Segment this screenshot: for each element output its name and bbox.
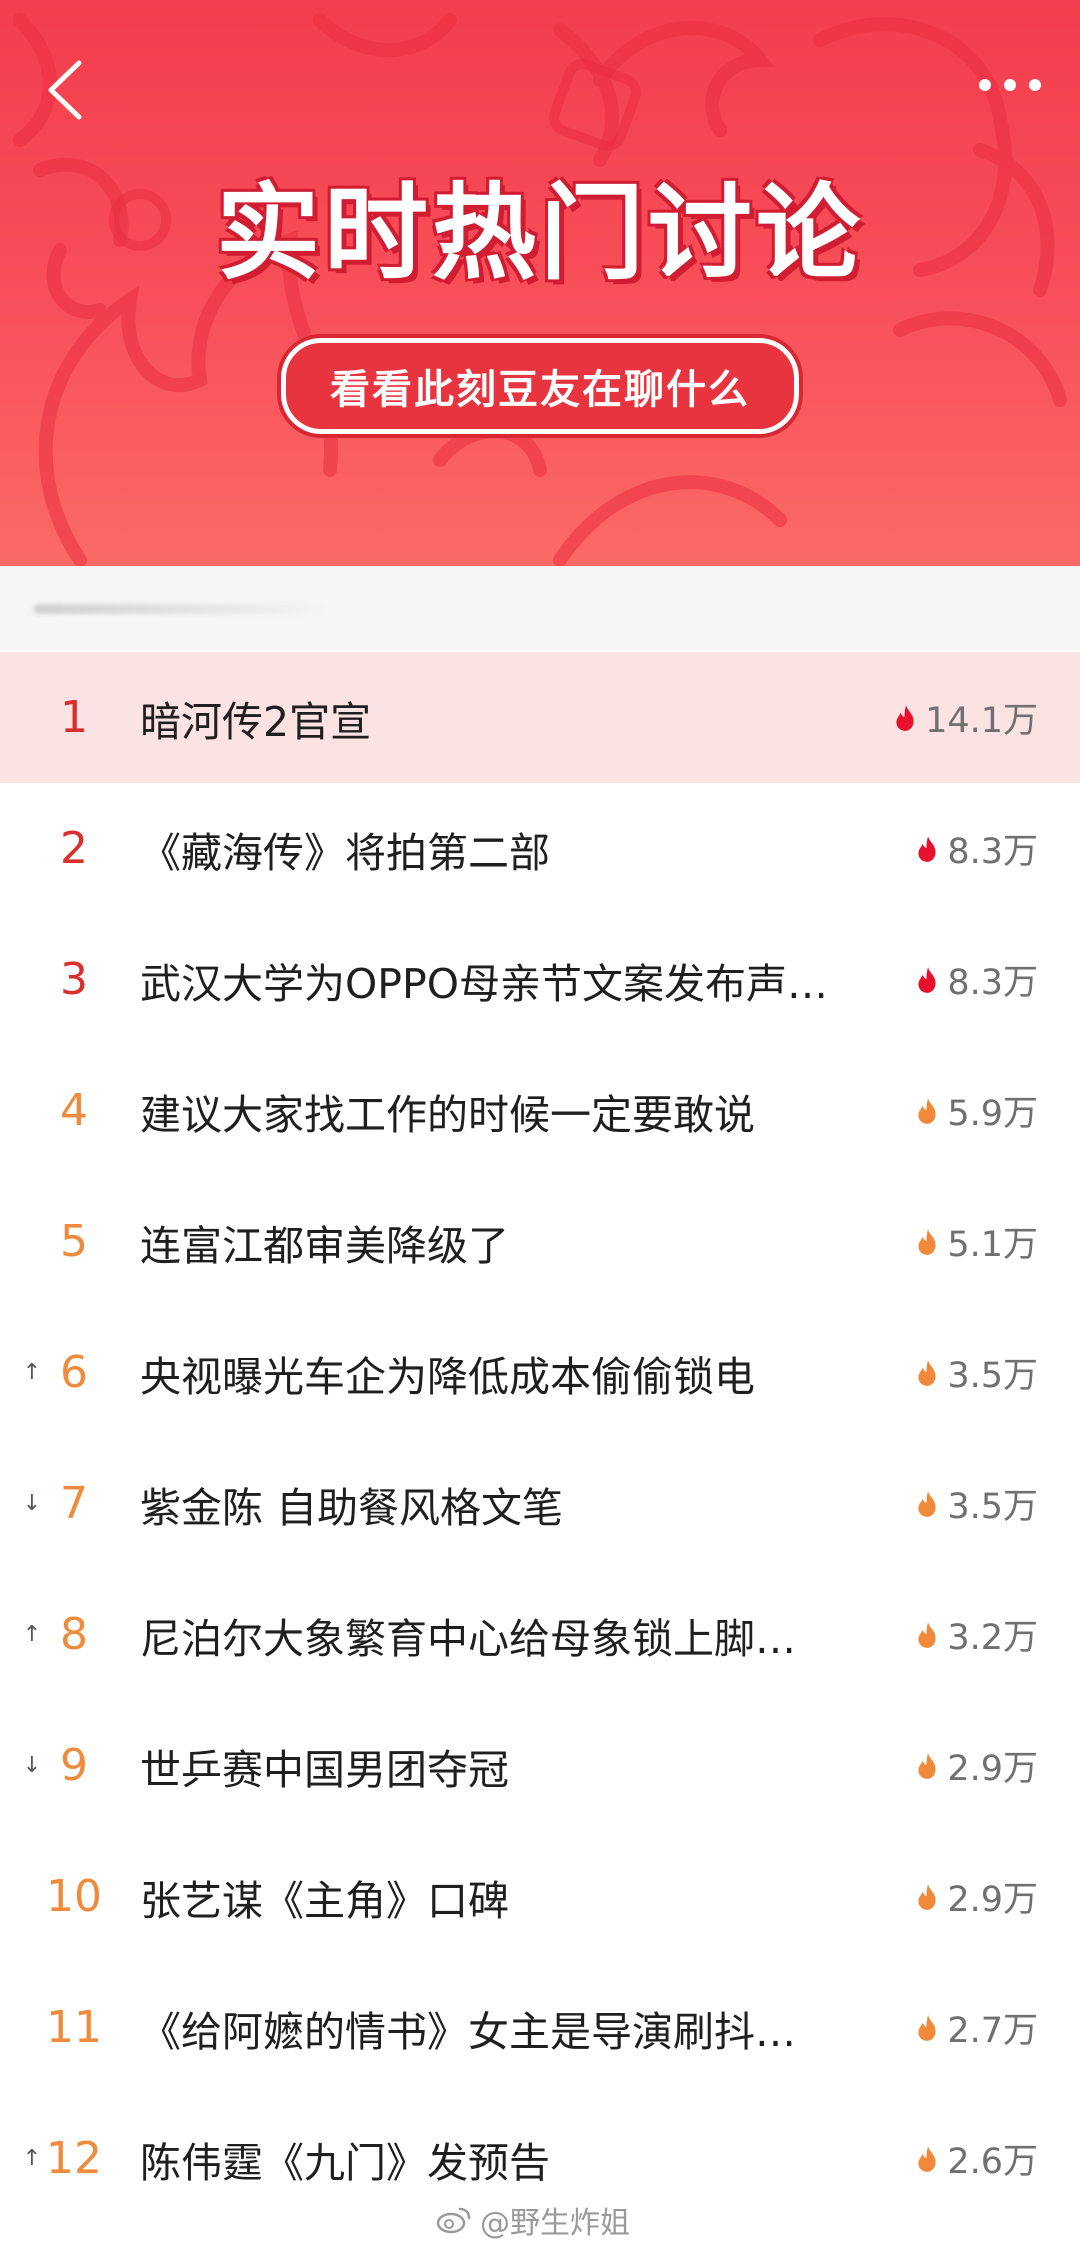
topic-heat: 3.5万 — [915, 1347, 1038, 1398]
weibo-logo-icon — [436, 2207, 471, 2234]
heat-value: 2.7万 — [947, 2011, 1038, 2051]
topic-rank: 2 — [60, 823, 88, 874]
topic-rank: 5 — [60, 1216, 88, 1267]
topic-title[interactable]: 武汉大学为OPPO母亲节文案发布声… — [140, 950, 850, 1010]
topic-rank: 4 — [60, 1085, 88, 1136]
topic-heat: 2.7万 — [915, 2002, 1038, 2053]
heat-value: 2.9万 — [947, 1880, 1038, 1920]
topic-title[interactable]: 陈伟霆《九门》发预告 — [140, 2129, 850, 2189]
page-title: 实时热门讨论 — [215, 172, 864, 294]
topic-title[interactable]: 建议大家找工作的时候一定要敢说 — [140, 1081, 850, 1141]
topic-row[interactable]: 1 暗河传2官宣 14.1万 — [0, 652, 1080, 783]
heat-value: 14.1万 — [925, 701, 1038, 741]
flame-icon — [918, 1490, 936, 1517]
topic-title[interactable]: 张艺谋《主角》口碑 — [140, 1867, 850, 1927]
topic-row[interactable]: 4 建议大家找工作的时候一定要敢说 5.9万 — [0, 1045, 1080, 1176]
more-button[interactable] — [970, 60, 1050, 110]
flame-icon — [918, 966, 936, 993]
topic-row[interactable]: 10 张艺谋《主角》口碑 2.9万 — [0, 1831, 1080, 1962]
topic-title[interactable]: 世乒赛中国男团夺冠 — [140, 1736, 850, 1796]
heat-value: 8.3万 — [947, 832, 1038, 872]
topic-title[interactable]: 暗河传2官宣 — [140, 688, 850, 748]
watermark-text: @野生炸姐 — [480, 2206, 630, 2241]
topic-row[interactable]: ↑ 6 央视曝光车企为降低成本偷偷锁电 3.5万 — [0, 1307, 1080, 1438]
topic-heat: 14.1万 — [893, 692, 1038, 743]
topic-heat: 3.2万 — [915, 1609, 1038, 1660]
topic-title[interactable]: 连富江都审美降级了 — [140, 1212, 850, 1272]
topic-title[interactable]: 紫金陈 自助餐风格文笔 — [140, 1474, 850, 1534]
flame-icon — [918, 1883, 936, 1910]
topic-heat: 3.5万 — [915, 1478, 1038, 1529]
heat-value: 3.5万 — [947, 1487, 1038, 1527]
heat-value: 2.6万 — [947, 2142, 1038, 2182]
topic-heat: 5.9万 — [915, 1085, 1038, 1136]
topic-rank: 10 — [46, 1871, 102, 1922]
topic-rank: 11 — [46, 2002, 102, 2053]
topic-title[interactable]: 《藏海传》将拍第二部 — [140, 819, 850, 879]
topic-rank: 12 — [46, 2133, 102, 2184]
trend-up-indicator: ↑ — [22, 1622, 42, 1647]
topic-rank: 8 — [60, 1609, 88, 1660]
topic-title[interactable]: 央视曝光车企为降低成本偷偷锁电 — [140, 1343, 850, 1403]
topic-row[interactable]: 3 武汉大学为OPPO母亲节文案发布声… 8.3万 — [0, 914, 1080, 1045]
hot-topic-list: 1 暗河传2官宣 14.1万 2 《藏海传》将拍第二部 8.3万 3 武汉大学为OPPO母亲节… — [0, 652, 1080, 2224]
trend-up-indicator: ↑ — [22, 2146, 42, 2171]
heat-value: 5.9万 — [947, 1094, 1038, 1134]
flame-icon — [918, 2145, 936, 2172]
heat-value: 2.9万 — [947, 1749, 1038, 1789]
watermark: @野生炸姐 — [436, 2198, 630, 2242]
heat-value: 3.5万 — [947, 1356, 1038, 1396]
chevron-left-icon — [48, 60, 82, 120]
topic-title[interactable]: 尼泊尔大象繁育中心给母象锁上脚… — [140, 1605, 850, 1665]
topic-heat: 8.3万 — [915, 954, 1038, 1005]
flame-icon — [918, 1228, 936, 1255]
trend-up-indicator: ↑ — [22, 1360, 42, 1385]
flame-icon — [896, 704, 914, 731]
flame-icon — [918, 1359, 936, 1386]
more-horizontal-icon — [979, 79, 1041, 91]
blurred-text — [34, 604, 334, 614]
blurred-info-bar — [0, 566, 1080, 650]
flame-icon — [918, 835, 936, 862]
topic-row[interactable]: ↓ 7 紫金陈 自助餐风格文笔 3.5万 — [0, 1438, 1080, 1569]
trend-down-indicator: ↓ — [22, 1753, 42, 1778]
topic-heat: 2.9万 — [915, 1871, 1038, 1922]
flame-icon — [918, 1621, 936, 1648]
heat-value: 3.2万 — [947, 1618, 1038, 1658]
topic-rank: 3 — [60, 954, 88, 1005]
topic-rank: 1 — [60, 692, 88, 743]
topic-row[interactable]: ↑ 8 尼泊尔大象繁育中心给母象锁上脚… 3.2万 — [0, 1569, 1080, 1700]
topic-row[interactable]: 2 《藏海传》将拍第二部 8.3万 — [0, 783, 1080, 914]
topic-row[interactable]: 11 《给阿嬷的情书》女主是导演刷抖… 2.7万 — [0, 1962, 1080, 2093]
topic-heat: 2.6万 — [915, 2133, 1038, 2184]
topic-rank: 9 — [60, 1740, 88, 1791]
topic-heat: 2.9万 — [915, 1740, 1038, 1791]
back-button[interactable] — [30, 50, 100, 130]
heat-value: 8.3万 — [947, 963, 1038, 1003]
trend-down-indicator: ↓ — [22, 1491, 42, 1516]
header-banner: 实时热门讨论 看看此刻豆友在聊什么 — [0, 0, 1080, 566]
page-subtitle: 看看此刻豆友在聊什么 — [281, 338, 799, 434]
flame-icon — [918, 1097, 936, 1124]
flame-icon — [918, 2014, 936, 2041]
flame-icon — [918, 1752, 936, 1779]
topic-rank: 6 — [60, 1347, 88, 1398]
topic-title[interactable]: 《给阿嬷的情书》女主是导演刷抖… — [140, 1998, 850, 2058]
topic-row[interactable]: 5 连富江都审美降级了 5.1万 — [0, 1176, 1080, 1307]
heat-value: 5.1万 — [947, 1225, 1038, 1265]
topic-heat: 5.1万 — [915, 1216, 1038, 1267]
topic-rank: 7 — [60, 1478, 88, 1529]
topic-heat: 8.3万 — [915, 823, 1038, 874]
topic-row[interactable]: ↓ 9 世乒赛中国男团夺冠 2.9万 — [0, 1700, 1080, 1831]
